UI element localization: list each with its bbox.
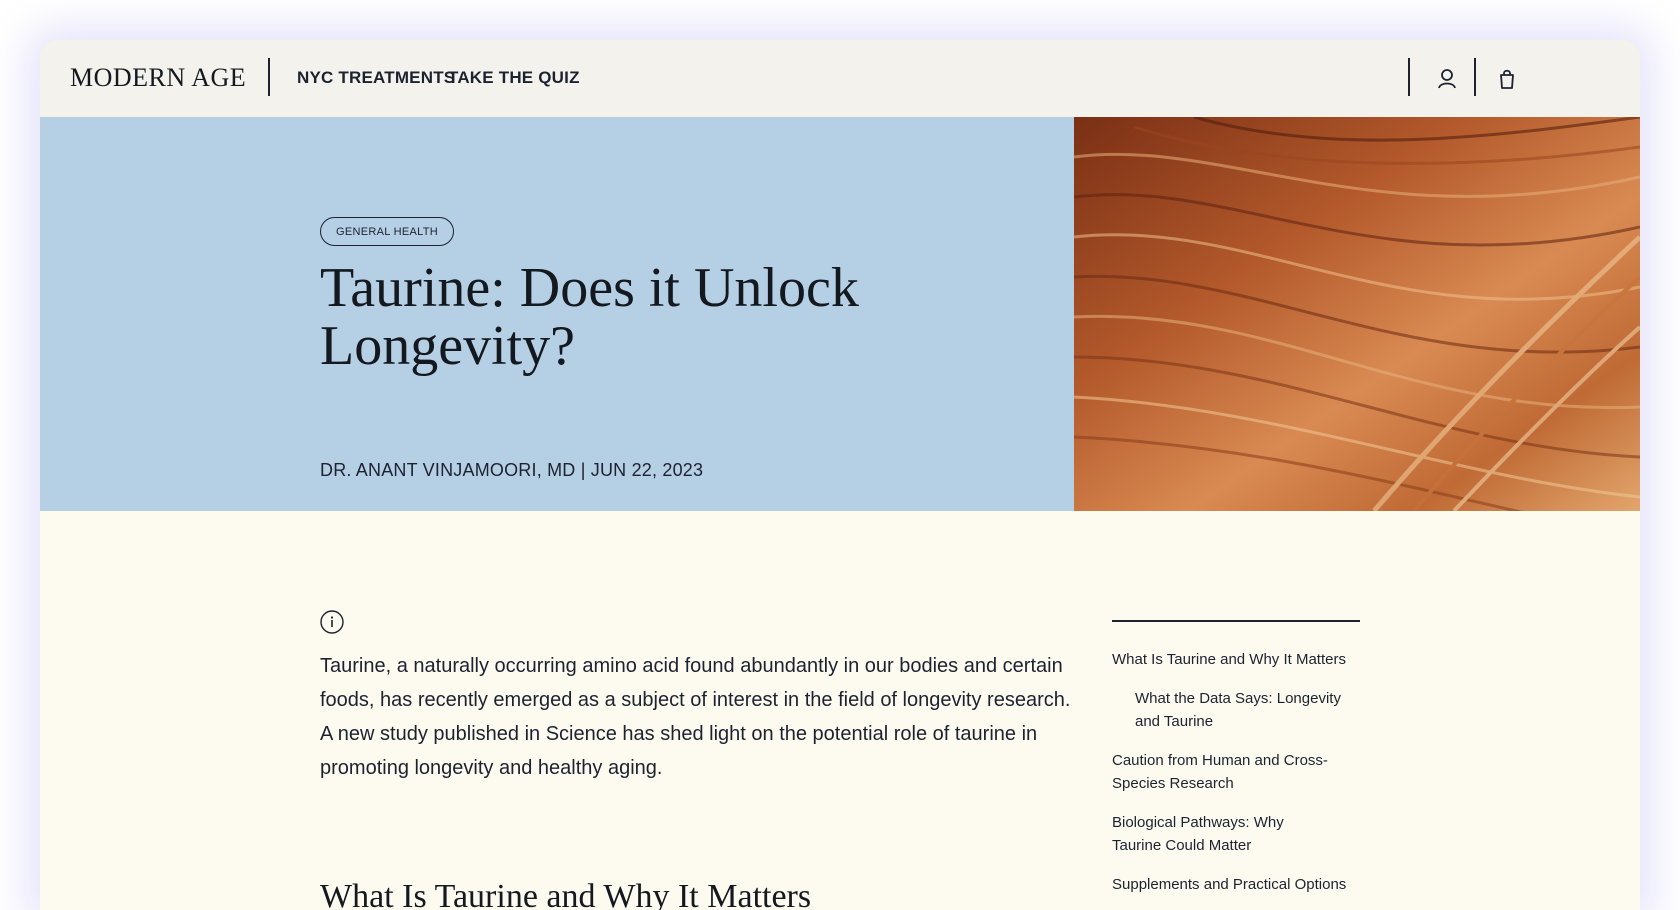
header-divider-right-2 [1474,58,1476,96]
article-title: Taurine: Does it Unlock Longevity? [320,257,859,377]
nav-take-the-quiz[interactable]: TAKE THE QUIZ [448,68,580,88]
nav-nyc-treatments[interactable]: NYC TREATMENTS [297,68,455,88]
section-heading: What Is Taurine and Why It Matters [320,878,812,910]
header-divider [268,58,270,96]
cart-icon[interactable] [1492,64,1522,94]
info-icon[interactable] [320,610,344,634]
browser-frame: MODERN AGE NYC TREATMENTS TAKE THE QUIZ … [40,40,1640,910]
header-divider-right-1 [1408,58,1410,96]
article-byline: DR. ANANT VINJAMOORI, MD | JUN 22, 2023 [320,460,704,480]
site-logo[interactable]: MODERN AGE [70,63,246,93]
toc-item[interactable]: What Is Taurine and Why It Matters [1112,648,1352,671]
account-icon[interactable] [1432,64,1462,94]
toc-item[interactable]: What the Data Says: Longevity and Taurin… [1135,687,1345,733]
hero-image [1074,117,1640,511]
toc-item[interactable]: Biological Pathways: Why Taurine Could M… [1112,811,1332,857]
site-header: MODERN AGE NYC TREATMENTS TAKE THE QUIZ [40,40,1640,117]
article-intro: Taurine, a naturally occurring amino aci… [320,655,1071,779]
toc-divider [1112,620,1360,622]
category-tag[interactable]: GENERAL HEALTH [320,217,455,246]
toc-item[interactable]: Caution from Human and Cross-Species Res… [1112,749,1332,795]
hero-banner: GENERAL HEALTH Taurine: Does it Unlock L… [40,117,1074,511]
toc-item[interactable]: Supplements and Practical Options [1112,873,1362,896]
